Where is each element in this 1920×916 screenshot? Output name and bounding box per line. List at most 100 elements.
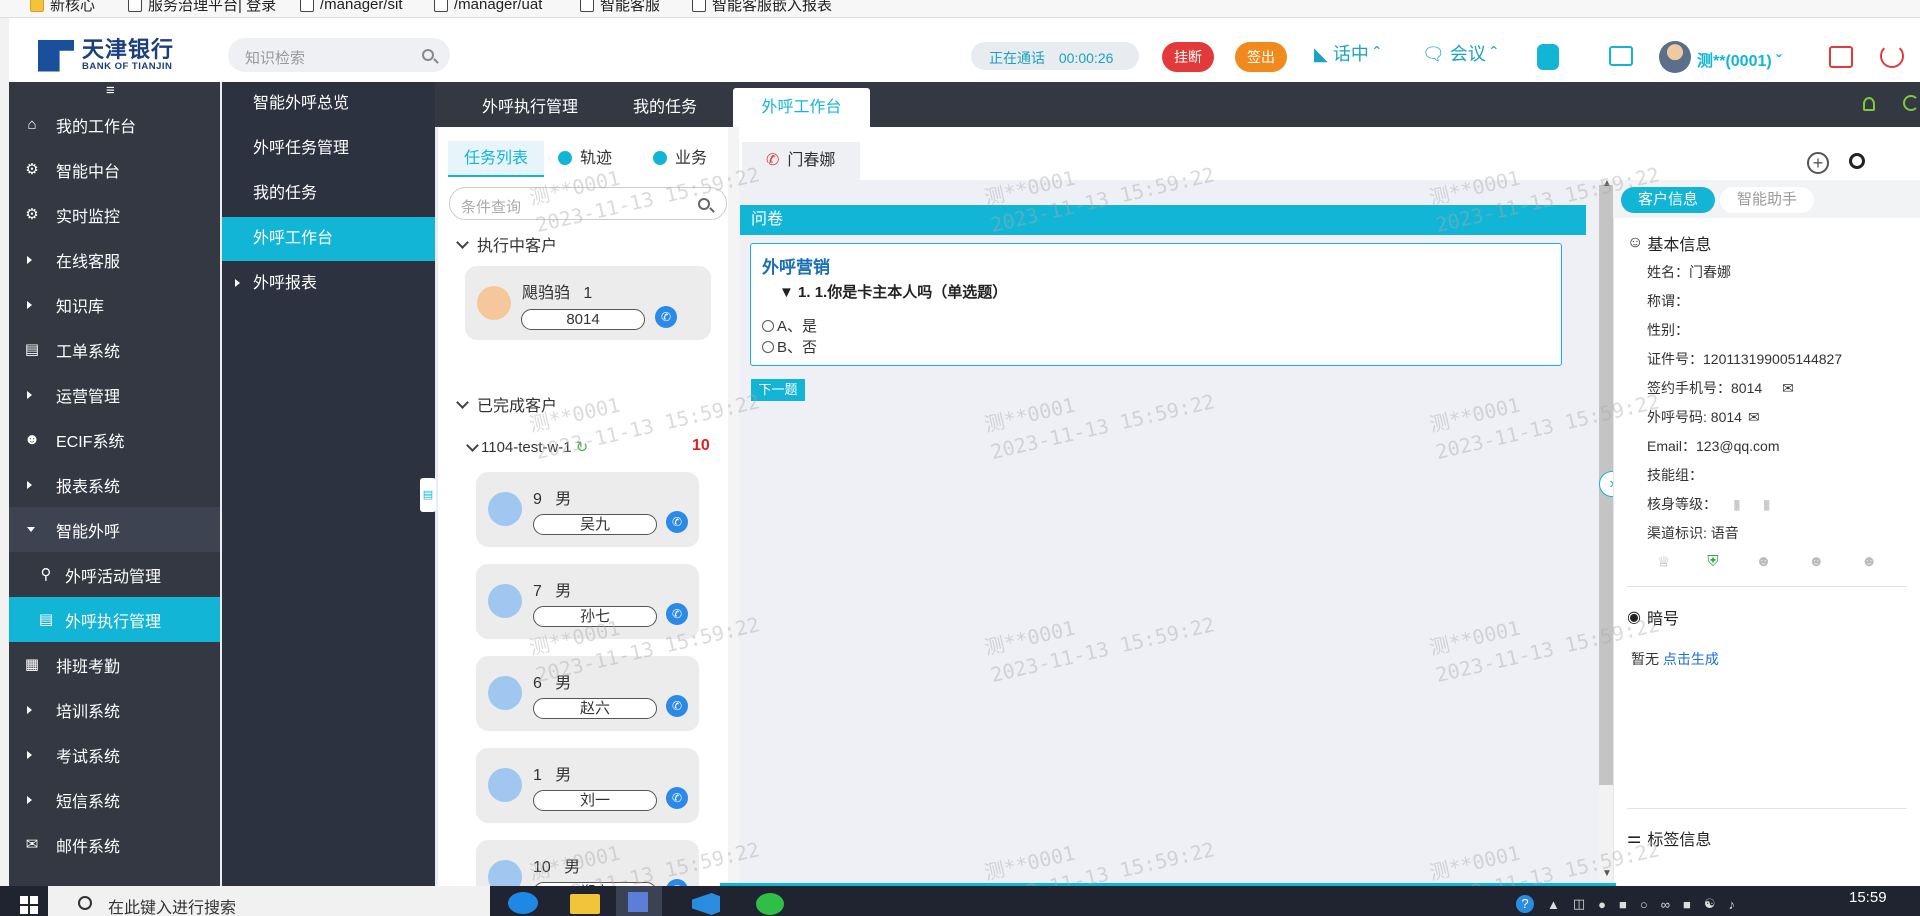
phone-device-icon[interactable] <box>1537 44 1559 70</box>
collapse-menu-icon[interactable]: ≡ <box>106 82 115 99</box>
tab-smart-assistant[interactable]: 智能助手 <box>1720 187 1814 213</box>
radio-icon[interactable] <box>762 319 774 332</box>
scroll-up-icon[interactable]: ▲ <box>1602 178 1612 189</box>
nav-item-ecif[interactable]: ☻ ECIF系统 <box>9 417 220 462</box>
tray-icon[interactable]: ■ <box>1683 897 1691 912</box>
nav-item-knowledge[interactable]: 知识库 <box>9 282 220 327</box>
signout-button[interactable]: 签出 <box>1235 42 1287 72</box>
subnav-task-manage[interactable]: 外呼任务管理 <box>222 127 435 171</box>
search-icon[interactable] <box>422 49 434 61</box>
clock[interactable]: 15:59 <box>1849 889 1887 906</box>
tray-icon[interactable]: ○ <box>1640 897 1648 912</box>
nav-item-workbench[interactable]: ⌂ 我的工作台 <box>9 102 220 147</box>
wifi-icon[interactable]: ☯ <box>1704 896 1716 912</box>
phone-icon[interactable]: ✆ <box>666 787 688 809</box>
customer-card[interactable]: 1 男 刘一 ✆ <box>476 748 699 823</box>
generate-code-link[interactable]: 点击生成 <box>1663 651 1719 667</box>
wechat-icon[interactable] <box>756 893 784 915</box>
nav-item-reports[interactable]: 报表系统 <box>9 462 220 507</box>
user-name[interactable]: 测**(0001) ˇ <box>1697 47 1782 71</box>
mail-icon[interactable]: ✉ <box>1748 409 1760 425</box>
tab-workbench[interactable]: 外呼工作台 <box>733 88 870 127</box>
taskbar-search-input[interactable]: 在此键入进行搜索 <box>48 886 490 916</box>
bookmark-item[interactable]: 新核心 <box>30 0 95 14</box>
bookmark-item[interactable]: 智能客服 <box>580 0 660 14</box>
tray-icon[interactable]: ▲ <box>1547 897 1560 912</box>
nav-item-outbound-activity[interactable]: ⚲ 外呼活动管理 <box>9 552 220 597</box>
help-icon[interactable]: ? <box>1516 895 1534 913</box>
nav-item-online-service[interactable]: 在线客服 <box>9 237 220 282</box>
talking-status[interactable]: ◣ 话中 ˆ <box>1314 40 1380 66</box>
customer-card[interactable]: 6 男 赵六 ✆ <box>476 656 699 731</box>
nav-item-ticket[interactable]: ▤ 工单系统 <box>9 327 220 372</box>
add-icon[interactable]: + <box>1807 152 1829 174</box>
option-b[interactable]: B、否 <box>762 336 817 357</box>
phone-icon[interactable]: ✆ <box>666 695 688 717</box>
subnav-reports[interactable]: 外呼报表 <box>222 262 435 306</box>
phone-icon[interactable]: ✆ <box>666 603 688 625</box>
condition-search-input[interactable]: 条件查询 <box>449 187 727 220</box>
bookmark-item[interactable]: 智能客服嵌入报表 <box>692 0 832 14</box>
scroll-down-icon[interactable]: ▼ <box>1602 868 1612 879</box>
edit-form-icon[interactable] <box>1609 46 1633 66</box>
hangup-button[interactable]: 挂断 <box>1162 42 1214 72</box>
radio-icon[interactable] <box>762 340 774 353</box>
avatar[interactable] <box>1659 41 1691 73</box>
mail-icon[interactable]: ✉ <box>1782 380 1794 396</box>
executing-section-header[interactable]: 执行中客户 <box>456 232 557 256</box>
nav-item-training[interactable]: 培训系统 <box>9 687 220 732</box>
nav-item-operations[interactable]: 运营管理 <box>9 372 220 417</box>
windows-start-icon[interactable] <box>20 896 38 914</box>
tab-business[interactable]: 业务 <box>653 141 707 177</box>
bookmark-item[interactable]: /manager/sit <box>300 0 403 13</box>
call-tab[interactable]: ✆ 门春娜 <box>742 142 860 180</box>
customer-card[interactable]: 10 男 郑十 ✆ <box>476 840 699 886</box>
file-explorer-icon[interactable] <box>570 894 600 914</box>
tray-icon[interactable]: ● <box>1598 897 1606 912</box>
customer-card[interactable]: 7 男 孙七 ✆ <box>476 564 699 639</box>
power-icon[interactable] <box>1880 44 1904 68</box>
option-a[interactable]: A、是 <box>762 315 817 336</box>
active-app-slot[interactable] <box>616 886 662 916</box>
tab-trajectory[interactable]: 轨迹 <box>558 141 612 177</box>
meeting-status[interactable]: 🗨 会议 ˆ <box>1422 40 1497 66</box>
phone-icon[interactable]: ✆ <box>655 306 677 328</box>
volume-icon[interactable]: ♪ <box>1729 897 1736 912</box>
next-question-button[interactable]: 下一题 <box>751 379 805 401</box>
tab-customer-info[interactable]: 客户信息 <box>1621 187 1715 213</box>
refresh-icon[interactable] <box>1903 95 1919 111</box>
tab-execution-manage[interactable]: 外呼执行管理 <box>465 88 595 127</box>
phone-icon[interactable]: ✆ <box>666 511 688 533</box>
nav-item-realtime-monitor[interactable]: ⚙ 实时监控 <box>9 192 220 237</box>
subnav-workbench[interactable]: 外呼工作台 <box>222 217 435 261</box>
tab-my-tasks[interactable]: 我的任务 <box>615 88 715 127</box>
bookmark-item[interactable]: /manager/uat <box>434 0 542 13</box>
nav-item-mail[interactable]: ✉ 邮件系统 <box>9 822 220 867</box>
tray-icon[interactable]: ■ <box>1619 897 1627 912</box>
subnav-overview[interactable]: 智能外呼总览 <box>222 82 435 126</box>
search-icon[interactable] <box>1849 153 1865 169</box>
nav-item-smart-platform[interactable]: ⚙ 智能中台 <box>9 147 220 192</box>
edge-browser-icon[interactable] <box>508 892 538 914</box>
nav-item-smart-outbound[interactable]: 智能外呼 <box>9 507 220 552</box>
nav-item-outbound-execution[interactable]: ▤ 外呼执行管理 <box>9 597 220 642</box>
task-group-header[interactable]: 1104-test-w-1 ↻ <box>466 438 589 456</box>
nav-item-schedule[interactable]: ▦ 排班考勤 <box>9 642 220 687</box>
nav-item-sms[interactable]: 短信系统 <box>9 777 220 822</box>
bookmark-item[interactable]: 服务治理平台| 登录 <box>128 0 276 14</box>
knowledge-search-input[interactable]: 知识检索 <box>228 38 450 72</box>
lock-icon[interactable] <box>1829 46 1853 68</box>
panel-toggle-icon[interactable]: ▤ <box>420 478 436 512</box>
bulb-icon[interactable] <box>1863 97 1875 111</box>
done-section-header[interactable]: 已完成客户 <box>456 392 557 416</box>
phone-icon[interactable]: ✆ <box>666 879 688 886</box>
search-icon[interactable] <box>698 198 710 210</box>
refresh-icon[interactable]: ↻ <box>576 438 589 456</box>
customer-card[interactable]: 9 男 吴九 ✆ <box>476 472 699 547</box>
bluetooth-icon[interactable]: ∞ <box>1661 897 1670 912</box>
executing-customer-card[interactable]: 飓驺驺 1 8014 ✆ <box>465 266 711 340</box>
tray-icon[interactable]: ◫ <box>1573 896 1585 912</box>
nav-item-exam[interactable]: 考试系统 <box>9 732 220 777</box>
tab-task-list[interactable]: 任务列表 <box>448 141 545 177</box>
subnav-my-tasks[interactable]: 我的任务 <box>222 172 435 216</box>
